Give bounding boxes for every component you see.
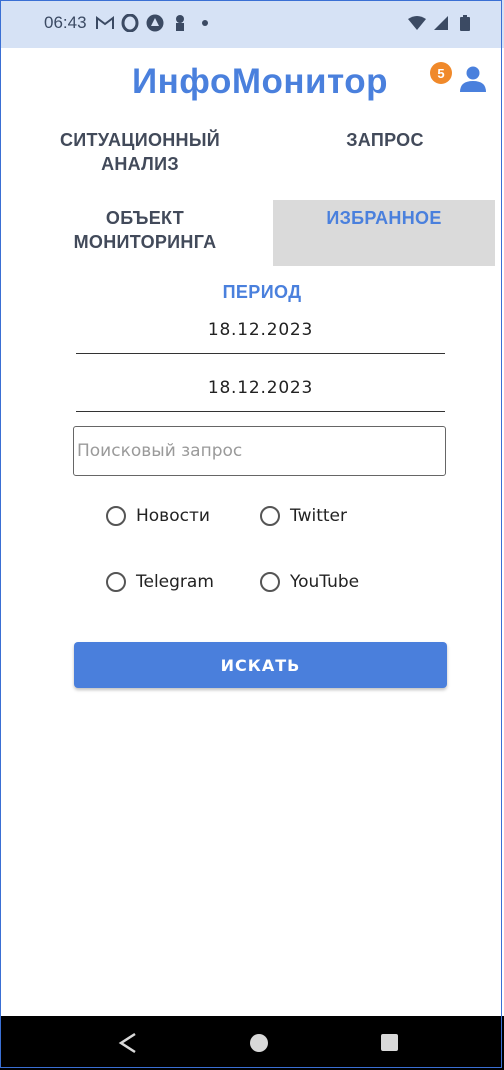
status-icons-right <box>408 14 474 32</box>
radio-twitter[interactable]: Twitter <box>260 506 347 526</box>
dot-icon <box>196 14 214 32</box>
home-icon[interactable] <box>250 1034 268 1052</box>
radio-circle[interactable] <box>260 572 280 592</box>
signal-icon <box>432 14 450 32</box>
radio-telegram-label: Telegram <box>136 572 214 592</box>
battery-icon <box>456 14 474 32</box>
gmail-icon <box>96 14 114 32</box>
tab-request[interactable]: ЗАПРОС <box>290 128 480 152</box>
tab-situation-analysis[interactable]: СИТУАЦИОННЫЙ АНАЛИЗ <box>30 128 250 176</box>
app-title-text: ИнфоМонитор <box>132 62 388 101</box>
radio-telegram[interactable]: Telegram <box>106 572 214 592</box>
recent-apps-icon[interactable] <box>381 1034 398 1051</box>
navigation-bar <box>0 1016 504 1070</box>
tab-favorite[interactable]: ИЗБРАННОЕ <box>273 200 495 266</box>
opera-icon <box>121 14 139 32</box>
radio-news-label: Новости <box>136 506 210 526</box>
radio-youtube[interactable]: YouTube <box>260 572 359 592</box>
status-bar: 06:43 <box>0 0 504 48</box>
radio-circle[interactable] <box>106 572 126 592</box>
wifi-icon <box>408 14 426 32</box>
date-to-field[interactable]: 18.12.2023 <box>76 378 445 412</box>
radio-news[interactable]: Новости <box>106 506 210 526</box>
date-from-field[interactable]: 18.12.2023 <box>76 320 445 354</box>
app-title: ИнфоМонитор <box>0 62 504 102</box>
radio-youtube-label: YouTube <box>290 572 360 592</box>
radio-circle[interactable] <box>106 506 126 526</box>
app-icon <box>146 14 164 32</box>
status-time: 06:43 <box>44 13 87 32</box>
tab-monitoring-object[interactable]: ОБЪЕКТ МОНИТОРИНГА <box>40 206 250 254</box>
status-icons-left <box>96 14 214 32</box>
radio-twitter-label: Twitter <box>290 506 347 526</box>
back-icon[interactable] <box>118 1032 138 1054</box>
radio-circle[interactable] <box>260 506 280 526</box>
person-icon[interactable] <box>458 64 488 94</box>
period-label: ПЕРИОД <box>222 282 302 302</box>
search-button[interactable]: ИСКАТЬ <box>74 642 447 688</box>
search-input[interactable] <box>73 426 446 476</box>
notification-badge[interactable]: 5 <box>430 62 452 84</box>
notification-icon <box>171 14 189 32</box>
